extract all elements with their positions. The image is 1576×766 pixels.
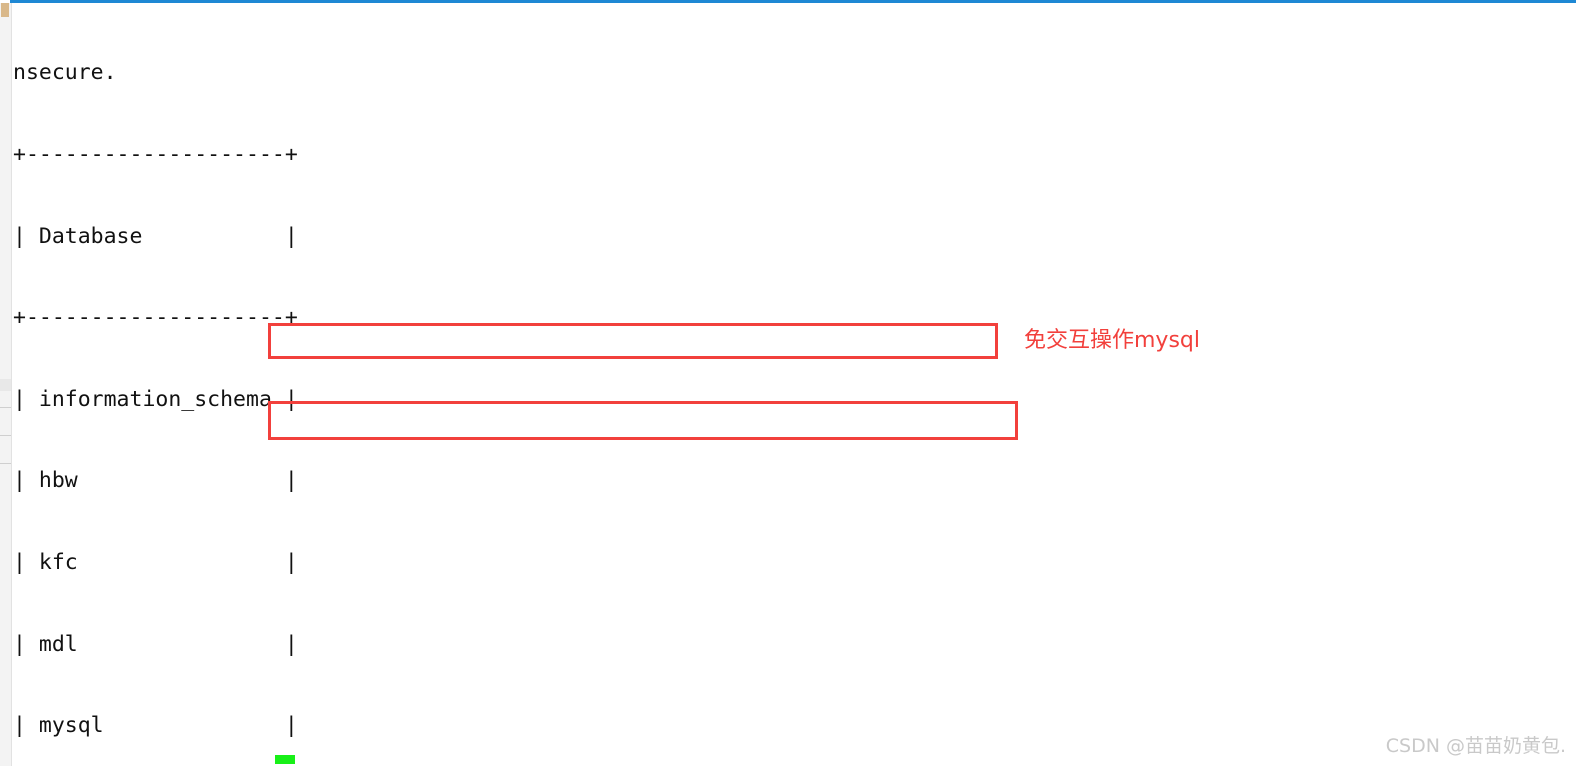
scrollbar-thumb[interactable] <box>1 3 9 17</box>
vertical-scrollbar[interactable] <box>0 3 12 766</box>
terminal-line: | Database | <box>13 223 298 249</box>
annotation-note: 免交互操作mysql <box>1024 328 1200 353</box>
terminal-output[interactable]: nsecure. +--------------------+ | Databa… <box>13 5 1573 766</box>
terminal-line: | mysql | <box>13 713 298 739</box>
terminal-line: | information_schema | <box>13 386 298 412</box>
terminal-line: +--------------------+ <box>13 142 298 167</box>
gutter-mark-1 <box>0 407 11 408</box>
terminal-line: nsecure. <box>13 60 117 86</box>
gutter-block-1 <box>0 379 11 391</box>
watermark: CSDN @苗苗奶黄包. <box>1385 735 1566 757</box>
terminal-screenshot: nsecure. +--------------------+ | Databa… <box>0 0 1576 766</box>
terminal-line: +--------------------+ <box>13 305 298 331</box>
gutter-mark-3 <box>0 463 11 464</box>
terminal-line: | mdl | <box>13 631 298 657</box>
terminal-line: | kfc | <box>13 549 298 575</box>
terminal-cursor <box>275 755 295 764</box>
window-top-rule <box>10 0 1576 3</box>
terminal-line: | hbw | <box>13 468 298 494</box>
gutter-mark-2 <box>0 435 11 436</box>
